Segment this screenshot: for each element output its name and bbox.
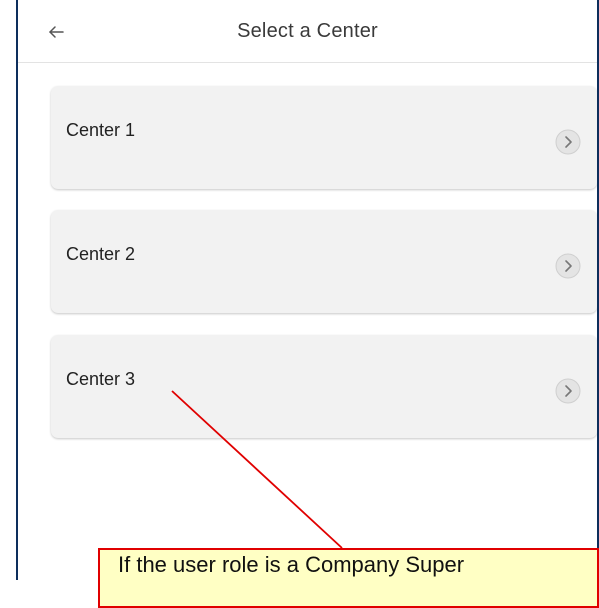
callout-text: If the user role is a Company Super: [118, 552, 465, 577]
app-screen: Select a Center Center 1 Center 2 Center…: [16, 0, 599, 580]
center-card-1[interactable]: Center 1: [51, 86, 597, 189]
center-card-2[interactable]: Center 2: [51, 210, 597, 313]
center-card-3[interactable]: Center 3: [51, 335, 597, 438]
chevron-right-circle-icon[interactable]: [555, 129, 581, 155]
chevron-right-circle-icon[interactable]: [555, 378, 581, 404]
annotation-callout: If the user role is a Company Super: [98, 548, 599, 608]
center-name: Center 3: [66, 369, 136, 389]
chevron-right-circle-icon[interactable]: [555, 253, 581, 279]
center-name: Center 1: [66, 120, 136, 140]
app-header: Select a Center: [18, 0, 597, 63]
center-name: Center 2: [66, 244, 136, 264]
page-title: Select a Center: [237, 20, 378, 42]
